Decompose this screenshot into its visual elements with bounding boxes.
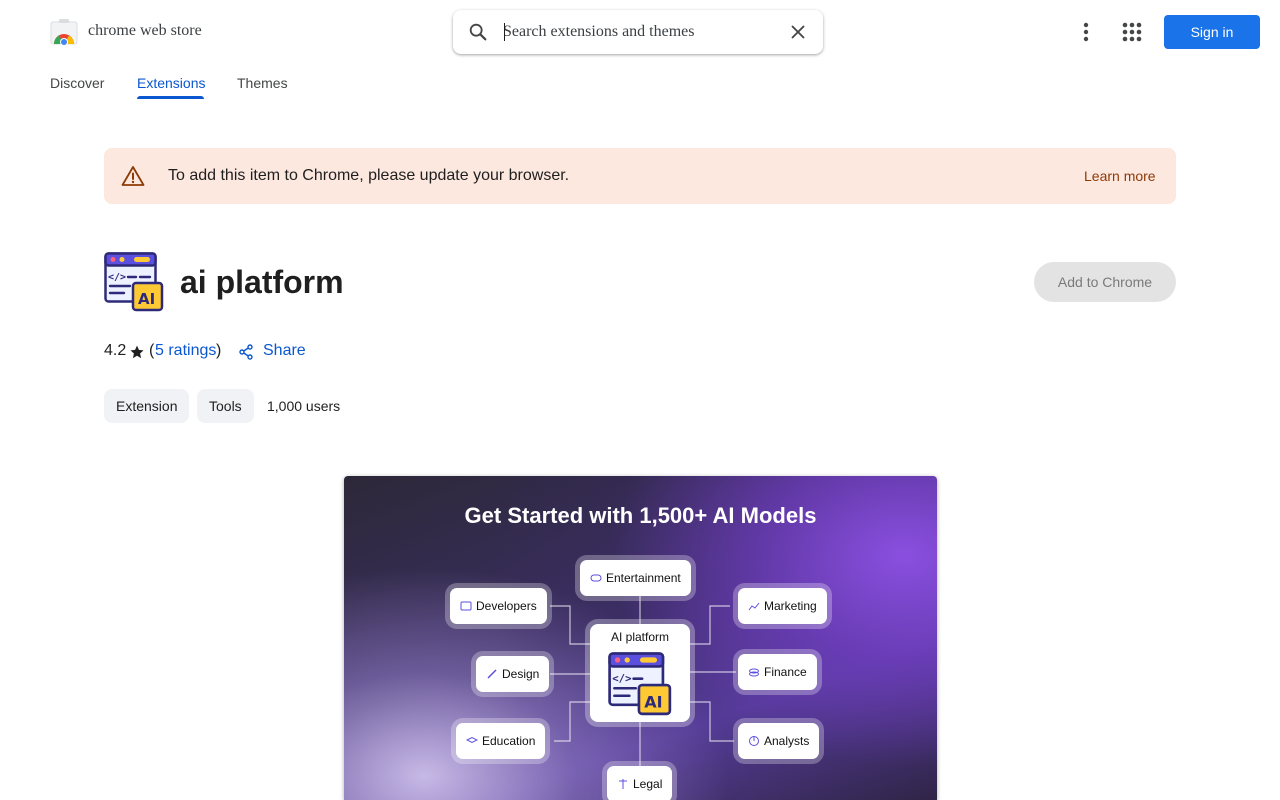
chart-icon	[748, 602, 760, 611]
svg-text:</>: </>	[108, 272, 126, 283]
rating-value: 4.2	[104, 342, 127, 359]
coins-icon	[749, 668, 759, 677]
node-ai-platform: AI platform </> AI	[590, 624, 690, 722]
active-tab-indicator	[137, 96, 204, 99]
tab-extensions[interactable]: Extensions	[137, 75, 205, 91]
node-marketing: Marketing	[738, 588, 827, 624]
learn-more-link[interactable]: Learn more	[1084, 168, 1156, 184]
node-analysts: Analysts	[738, 723, 820, 759]
user-count: 1,000 users	[267, 398, 341, 414]
chip-extension[interactable]: Extension	[104, 389, 190, 423]
node-developers: Developers	[450, 588, 547, 624]
text-cursor	[504, 23, 505, 41]
ratings-link[interactable]: 5 ratings	[155, 342, 216, 360]
star-icon	[130, 345, 144, 359]
sign-in-button[interactable]: Sign in	[1164, 15, 1260, 49]
update-browser-banner: To add this item to Chrome, please updat…	[104, 148, 1176, 204]
node-finance: Finance	[738, 654, 817, 690]
tab-themes[interactable]: Themes	[237, 75, 288, 91]
add-to-chrome-button[interactable]: Add to Chrome	[1034, 262, 1176, 302]
ratings-paren-open: (	[149, 342, 155, 359]
node-education: Education	[456, 723, 546, 759]
promo-screenshot[interactable]: Get Started with 1,500+ AI Models Entert…	[344, 476, 937, 800]
store-name[interactable]: chrome web store	[88, 22, 202, 40]
tab-discover[interactable]: Discover	[50, 75, 104, 91]
ai-platform-logo-icon: </> AI	[608, 652, 672, 716]
graduation-cap-icon	[466, 736, 478, 744]
svg-text:</>: </>	[612, 672, 631, 685]
logo-badge-text: AI	[138, 290, 155, 308]
center-badge-text: AI	[644, 692, 662, 711]
share-icon[interactable]	[238, 344, 254, 360]
close-icon[interactable]	[787, 21, 809, 43]
warning-icon	[121, 166, 145, 186]
ratings-paren-close: )	[216, 342, 222, 359]
scales-icon	[619, 779, 627, 789]
center-label: AI platform	[610, 630, 670, 644]
pie-chart-icon	[749, 736, 759, 746]
chrome-web-store-logo[interactable]	[50, 18, 78, 46]
more-vert-icon[interactable]	[1072, 18, 1100, 46]
top-header: chrome web store Sign in	[0, 0, 1280, 64]
banner-message: To add this item to Chrome, please updat…	[168, 167, 570, 184]
apps-grid-icon[interactable]	[1118, 18, 1146, 46]
search-box[interactable]	[453, 10, 823, 54]
pen-icon	[487, 669, 497, 679]
node-design: Design	[476, 656, 550, 692]
window-icon	[460, 601, 472, 611]
share-link[interactable]: Share	[263, 342, 306, 360]
gamepad-icon	[590, 574, 602, 582]
search-icon[interactable]	[467, 21, 489, 43]
search-input[interactable]	[503, 19, 773, 45]
node-entertainment: Entertainment	[580, 560, 691, 596]
extension-title: ai platform	[180, 264, 344, 300]
nav-tabs: Discover Extensions Themes	[0, 64, 1280, 104]
extension-logo-icon: </> AI	[104, 252, 164, 312]
node-legal: Legal	[607, 766, 673, 800]
chip-tools[interactable]: Tools	[197, 389, 254, 423]
